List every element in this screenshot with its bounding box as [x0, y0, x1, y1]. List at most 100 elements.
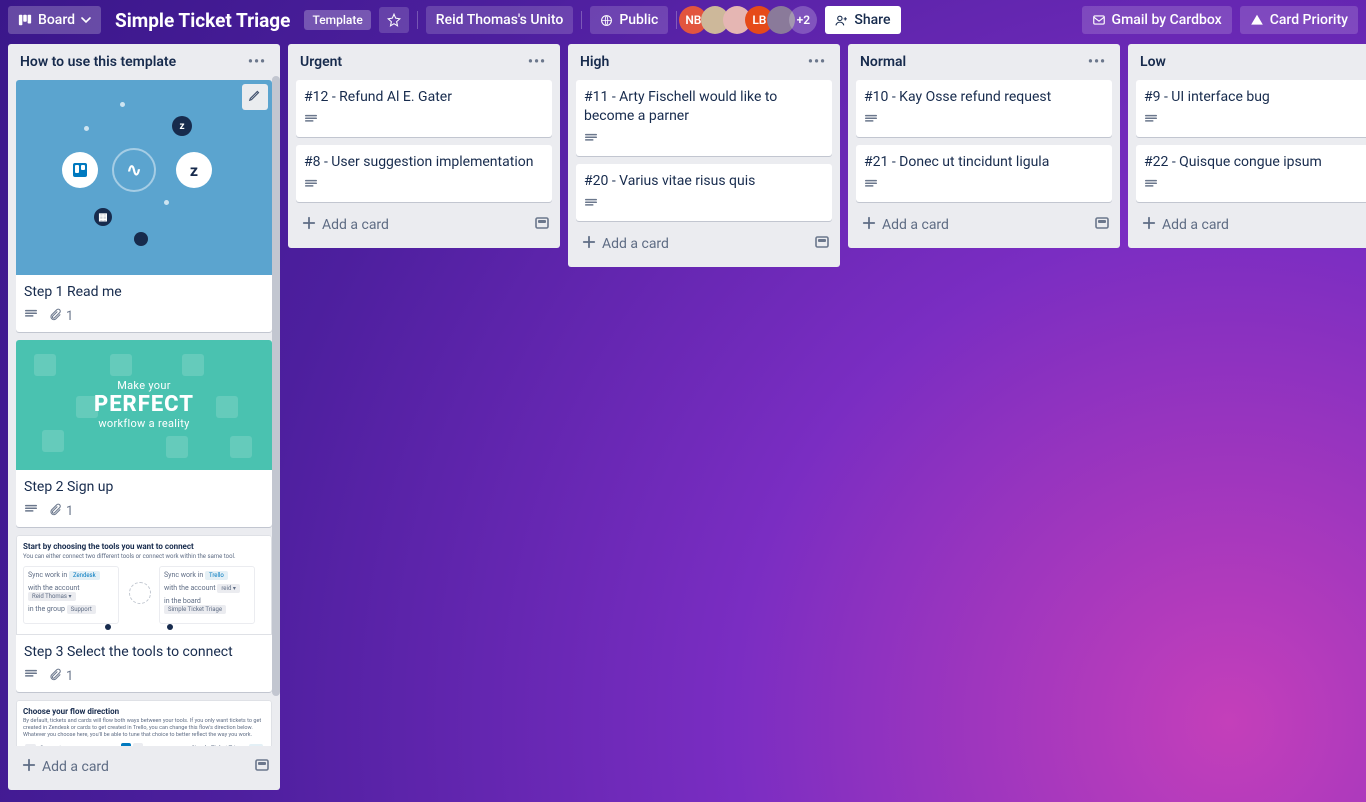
- description-badge: [304, 113, 318, 131]
- card-step-2[interactable]: Make your PERFECT workflow a reality Ste…: [16, 340, 272, 527]
- card-badges: [584, 132, 824, 150]
- list-normal: Normal ••• #10 - Kay Osse refund request…: [848, 44, 1120, 248]
- attachment-icon: [48, 668, 62, 686]
- card-badges: [304, 113, 544, 131]
- card-badges: [1144, 178, 1366, 196]
- card-title: #22 - Quisque congue ipsum: [1144, 153, 1366, 172]
- list-menu-button[interactable]: •••: [1084, 52, 1110, 72]
- list-title[interactable]: Urgent: [300, 54, 524, 70]
- card-title: #21 - Donec ut tincidunt ligula: [864, 153, 1104, 172]
- ellipsis-icon: •••: [1088, 54, 1106, 70]
- add-card-button[interactable]: Add a card: [1138, 212, 1366, 238]
- board-canvas[interactable]: How to use this template ••• ∿: [0, 40, 1366, 798]
- card-template-button[interactable]: [254, 757, 270, 777]
- card-edit-button[interactable]: [242, 84, 268, 110]
- scrollbar-thumb[interactable]: [272, 76, 280, 696]
- add-card-button[interactable]: Add a card: [298, 212, 526, 238]
- card-template-button[interactable]: [1094, 215, 1110, 235]
- card-step-3[interactable]: Start by choosing the tools you want to …: [16, 535, 272, 692]
- list-title[interactable]: Low: [1140, 54, 1364, 70]
- description-badge: [1144, 178, 1158, 196]
- star-button[interactable]: [379, 7, 409, 33]
- board-header: Board Simple Ticket Triage Template Reid…: [0, 0, 1366, 40]
- card-title: #8 - User suggestion implementation: [304, 153, 544, 172]
- list-menu-button[interactable]: •••: [524, 52, 550, 72]
- card-ticket-12[interactable]: #12 - Refund Al E. Gater: [296, 80, 552, 137]
- attachment-badge: 1: [48, 668, 73, 686]
- plus-icon: [582, 235, 596, 253]
- description-icon: [304, 113, 318, 131]
- card-template-button[interactable]: [814, 234, 830, 254]
- board-title[interactable]: Simple Ticket Triage: [109, 7, 296, 34]
- pencil-icon: [248, 88, 262, 106]
- list-menu-button[interactable]: •••: [804, 52, 830, 72]
- cover-text-big: PERFECT: [94, 392, 194, 417]
- workspace-button[interactable]: Reid Thomas's Unito: [426, 6, 574, 34]
- trello-icon: [62, 152, 98, 188]
- card-ticket-8[interactable]: #8 - User suggestion implementation: [296, 145, 552, 202]
- list-title[interactable]: High: [580, 54, 804, 70]
- card-badges: 1: [24, 668, 264, 686]
- card-step-1[interactable]: ∿ z z ▦ Step 1 Read me: [16, 80, 272, 332]
- list-menu-button[interactable]: •••: [244, 52, 270, 72]
- share-button[interactable]: Share: [825, 6, 900, 34]
- add-card-button[interactable]: Add a card: [578, 231, 806, 257]
- powerup-gmail-label: Gmail by Cardbox: [1112, 12, 1222, 28]
- attachment-count: 1: [66, 309, 73, 324]
- card-title: #9 - UI interface bug: [1144, 88, 1366, 107]
- card-badges: 1: [24, 503, 264, 521]
- template-icon: [1094, 219, 1110, 235]
- card-ticket-10[interactable]: #10 - Kay Osse refund request: [856, 80, 1112, 137]
- visibility-button[interactable]: Public: [590, 6, 668, 34]
- powerup-priority-label: Card Priority: [1270, 12, 1348, 28]
- card-badges: [304, 178, 544, 196]
- board-view-switcher[interactable]: Board: [8, 6, 101, 34]
- description-icon: [24, 308, 38, 326]
- powerup-gmail-button[interactable]: Gmail by Cardbox: [1082, 6, 1232, 34]
- card-ticket-22[interactable]: #22 - Quisque congue ipsum: [1136, 145, 1366, 202]
- person-add-icon: [835, 14, 848, 27]
- attachment-badge: 1: [48, 503, 73, 521]
- list-footer: Add a card: [848, 204, 1120, 248]
- list-header: High •••: [568, 44, 840, 76]
- template-icon: [814, 238, 830, 254]
- list-title[interactable]: Normal: [860, 54, 1084, 70]
- description-icon: [24, 503, 38, 521]
- member-avatars[interactable]: NB LB +2: [685, 6, 817, 34]
- description-badge: [584, 197, 598, 215]
- description-badge: [864, 178, 878, 196]
- warning-icon: [1250, 13, 1264, 27]
- card-step-4[interactable]: Choose your flow direction By default, t…: [16, 700, 272, 746]
- card-ticket-9[interactable]: #9 - UI interface bug: [1136, 80, 1366, 137]
- card-title: Step 1 Read me: [24, 283, 264, 302]
- list-cards: #10 - Kay Osse refund request #21 - Done…: [848, 76, 1120, 204]
- add-card-label: Add a card: [42, 759, 109, 775]
- cover-footer: Simple Ticket Triage: [191, 745, 245, 746]
- card-title: #10 - Kay Osse refund request: [864, 88, 1104, 107]
- cover-heading: Choose your flow direction: [23, 707, 265, 716]
- card-ticket-21[interactable]: #21 - Donec ut tincidunt ligula: [856, 145, 1112, 202]
- description-badge: [24, 503, 38, 521]
- card-cover: Choose your flow direction By default, t…: [16, 700, 272, 746]
- small-dot-icon: [134, 232, 148, 246]
- add-card-button[interactable]: Add a card: [858, 212, 1086, 238]
- card-ticket-20[interactable]: #20 - Varius vitae risus quis: [576, 164, 832, 221]
- board-view-label: Board: [38, 12, 75, 28]
- list-scrollbar[interactable]: [272, 76, 280, 746]
- description-icon: [584, 132, 598, 150]
- list-title[interactable]: How to use this template: [20, 54, 244, 70]
- attachment-count: 1: [66, 669, 73, 684]
- template-icon: [534, 219, 550, 235]
- card-template-button[interactable]: [534, 215, 550, 235]
- template-badge[interactable]: Template: [304, 10, 370, 30]
- workspace-label: Reid Thomas's Unito: [436, 12, 564, 28]
- card-title: Step 3 Select the tools to connect: [24, 643, 264, 662]
- list-urgent: Urgent ••• #12 - Refund Al E. Gater #8 -…: [288, 44, 560, 248]
- add-card-button[interactable]: Add a card: [18, 754, 246, 780]
- divider: [676, 11, 677, 29]
- description-icon: [1144, 178, 1158, 196]
- powerup-priority-button[interactable]: Card Priority: [1240, 6, 1358, 34]
- avatar-more-count[interactable]: +2: [789, 6, 817, 34]
- card-ticket-11[interactable]: #11 - Arty Fischell would like to become…: [576, 80, 832, 156]
- description-badge: [24, 668, 38, 686]
